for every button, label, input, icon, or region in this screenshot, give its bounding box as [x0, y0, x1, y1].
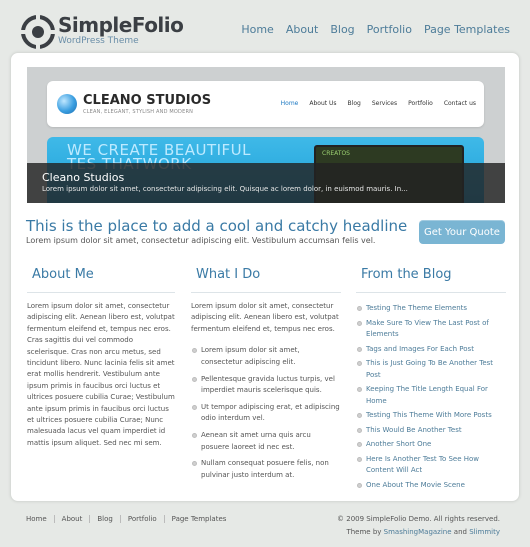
nav-page-templates[interactable]: Page Templates — [424, 23, 510, 36]
blog-post-title[interactable]: Tags and Images For Each Post — [366, 345, 474, 353]
blog-heading: From the Blog — [356, 267, 506, 293]
slide-screenshot-header: CLEANO STUDIOS CLEAN, ELEGANT, STYLISH A… — [47, 81, 484, 127]
list-item: Ut tempor adipiscing erat, et adipiscing… — [191, 402, 341, 425]
blog-post-link[interactable]: Another Short One — [356, 439, 506, 450]
slide-nav-item: Blog — [347, 100, 361, 107]
bullet-icon — [357, 306, 362, 311]
about-heading: About Me — [27, 267, 175, 293]
blog-column: From the Blog Testing The Theme Elements… — [356, 267, 506, 495]
footer-nav-about[interactable]: About — [53, 515, 90, 523]
footer-nav: Home About Blog Portfolio Page Templates — [26, 515, 233, 523]
bullet-icon — [357, 427, 362, 433]
blog-post-link[interactable]: This Would Be Another Test — [356, 425, 506, 436]
blog-post-title[interactable]: Testing This Theme With More Posts — [366, 411, 492, 419]
list-item: Nullam consequat posuere felis, non pulv… — [191, 458, 341, 481]
what-i-do-heading: What I Do — [191, 267, 341, 293]
slide-nav-item: Home — [280, 100, 299, 107]
list-item-text: Aenean sit amet urna quis arcu posuere l… — [201, 431, 311, 451]
what-i-do-column: What I Do Lorem ipsum dolor sit amet, co… — [191, 267, 341, 487]
headline-title: This is the place to add a cool and catc… — [26, 217, 408, 235]
blog-post-list: Testing The Theme Elements Make Sure To … — [356, 303, 506, 491]
footer-nav-portfolio[interactable]: Portfolio — [119, 515, 164, 523]
sphere-logo-icon — [57, 94, 77, 114]
slide-monitor-text: CREATOS — [322, 150, 350, 157]
list-item: Lorem ipsum dolor sit amet, consectetur … — [191, 345, 341, 368]
slide-nav: Home About Us Blog Services Portfolio Co… — [281, 100, 476, 107]
blog-post-link[interactable]: Testing The Theme Elements — [356, 303, 506, 314]
bullet-icon — [192, 433, 197, 439]
headline-subtitle: Lorem ipsum dolor sit amet, consectetur … — [26, 236, 376, 245]
list-item: Pellentesque gravida luctus turpis, vel … — [191, 374, 341, 397]
bullet-icon — [357, 346, 362, 352]
credit-prefix: Theme by — [346, 528, 382, 536]
services-list: Lorem ipsum dolor sit amet, consectetur … — [191, 345, 341, 481]
get-quote-button[interactable]: Get Your Quote — [419, 220, 505, 244]
caption-title: Cleano Studios — [42, 171, 125, 184]
bullet-icon — [192, 404, 197, 410]
bullet-icon — [192, 376, 197, 382]
footer-nav-home[interactable]: Home — [26, 515, 54, 523]
blog-post-link[interactable]: This is Just Going To Be Another Test Po… — [356, 358, 506, 381]
slimmity-link[interactable]: Slimmity — [469, 528, 500, 536]
blog-post-link[interactable]: Here Is Another Test To See How Content … — [356, 454, 506, 477]
blog-post-title[interactable]: Testing The Theme Elements — [366, 304, 467, 312]
nav-blog[interactable]: Blog — [330, 23, 354, 36]
blog-post-link[interactable]: Tags and Images For Each Post — [356, 344, 506, 355]
credit-and: and — [453, 528, 467, 536]
featured-slider[interactable]: CLEANO STUDIOS CLEAN, ELEGANT, STYLISH A… — [27, 67, 505, 203]
list-item-text: Ut tempor adipiscing erat, et adipiscing… — [201, 402, 340, 423]
list-item-text: Pellentesque gravida luctus turpis, vel … — [201, 374, 335, 394]
smashingmagazine-link[interactable]: SmashingMagazine — [384, 528, 452, 536]
list-item-text: Nullam consequat posuere felis, non pulv… — [201, 459, 329, 479]
slide-nav-item: Services — [371, 100, 398, 107]
logo-subtitle: WordPress Theme — [58, 36, 139, 46]
blog-post-title[interactable]: This is Just Going To Be Another Test Po… — [366, 359, 493, 378]
footer-nav-page-templates[interactable]: Page Templates — [163, 515, 234, 523]
nav-portfolio[interactable]: Portfolio — [367, 23, 412, 36]
bullet-icon — [357, 456, 362, 462]
main-nav: Home About Blog Portfolio Page Templates — [241, 23, 510, 36]
blog-post-title[interactable]: This Would Be Another Test — [366, 426, 462, 434]
slide-nav-item: Portfolio — [408, 100, 433, 107]
bullet-icon — [357, 320, 362, 326]
slide-nav-item: About Us — [309, 100, 337, 107]
slide-tagline: CLEAN, ELEGANT, STYLISH AND MODERN — [83, 109, 194, 115]
slide-brand: CLEANO STUDIOS — [83, 93, 212, 108]
what-i-do-text: Lorem ipsum dolor sit amet, consectetur … — [191, 302, 339, 333]
footer-copyright: © 2009 SimpleFolio Demo. All rights rese… — [337, 515, 500, 523]
bullet-icon — [357, 361, 362, 367]
content-card: CLEANO STUDIOS CLEAN, ELEGANT, STYLISH A… — [10, 52, 520, 502]
slide-caption: Cleano Studios Lorem ipsum dolor sit ame… — [27, 163, 505, 203]
bullet-icon — [357, 482, 362, 488]
blog-post-title[interactable]: Make Sure To View The Last Post of Eleme… — [366, 319, 489, 338]
nav-home[interactable]: Home — [241, 23, 273, 36]
blog-post-title[interactable]: One About The Movie Scene — [366, 481, 465, 489]
bullet-icon — [357, 387, 362, 393]
blog-post-link[interactable]: Testing This Theme With More Posts — [356, 410, 506, 421]
site-header: SimpleFolio WordPress Theme Home About B… — [0, 0, 530, 52]
blog-post-title[interactable]: Another Short One — [366, 440, 431, 448]
blog-post-title[interactable]: Here Is Another Test To See How Content … — [366, 455, 479, 474]
about-column: About Me Lorem ipsum dolor sit amet, con… — [27, 267, 175, 449]
site-logo[interactable]: SimpleFolio WordPress Theme — [20, 13, 184, 50]
blog-post-link[interactable]: One About The Movie Scene — [356, 480, 506, 491]
bullet-icon — [192, 348, 197, 354]
footer-nav-blog[interactable]: Blog — [89, 515, 119, 523]
blog-post-link[interactable]: Make Sure To View The Last Post of Eleme… — [356, 318, 506, 341]
slide-nav-item: Contact us — [443, 100, 476, 107]
caption-description: Lorem ipsum dolor sit amet, consectetur … — [42, 185, 408, 193]
list-item-text: Lorem ipsum dolor sit amet, consectetur … — [201, 346, 300, 366]
bullet-icon — [357, 442, 362, 448]
bullet-icon — [192, 461, 197, 467]
nav-about[interactable]: About — [286, 23, 319, 36]
bullet-icon — [357, 413, 362, 419]
about-text: Lorem ipsum dolor sit amet, consectetur … — [27, 302, 175, 447]
blog-post-title[interactable]: Keeping The Title Length Equal For Home — [366, 385, 488, 404]
list-item: Aenean sit amet urna quis arcu posuere l… — [191, 430, 341, 453]
logo-title: SimpleFolio — [58, 13, 184, 37]
footer-credit: Theme by SmashingMagazine and Slimmity — [346, 528, 500, 536]
blog-post-link[interactable]: Keeping The Title Length Equal For Home — [356, 384, 506, 407]
